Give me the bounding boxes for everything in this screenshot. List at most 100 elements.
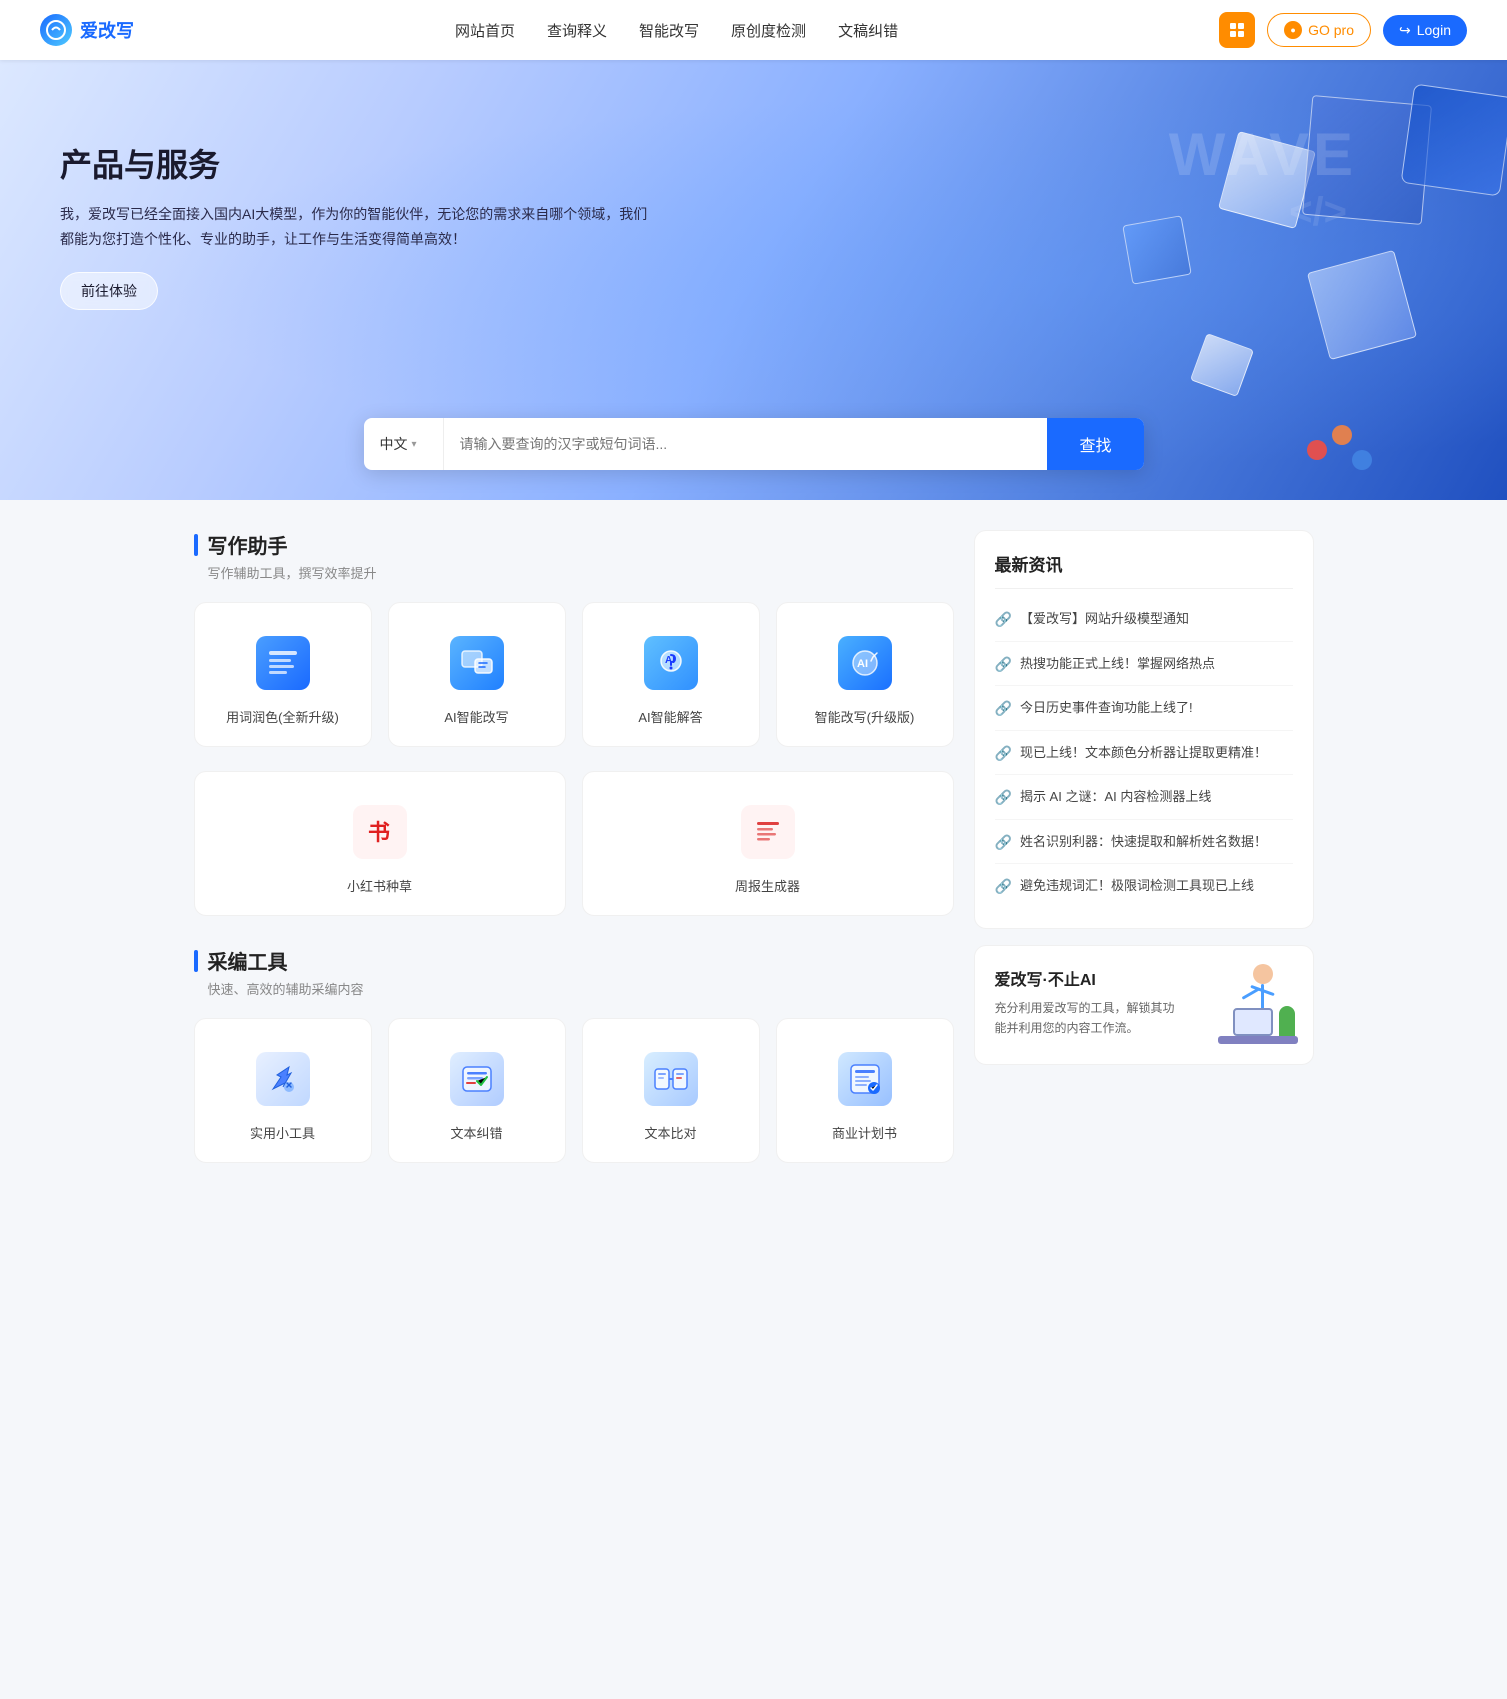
tool-word-polish[interactable]: 用词润色(全新升级)	[194, 602, 372, 747]
news-item-5[interactable]: 🔗 姓名识别利器：快速提取和解析姓名数据！	[995, 820, 1293, 865]
xiaohongshu-label: 小红书种草	[347, 876, 412, 895]
tool-weekly-report[interactable]: 周报生成器	[582, 771, 954, 916]
logo-icon	[40, 14, 72, 46]
news-text-5: 姓名识别利器：快速提取和解析姓名数据！	[1020, 832, 1267, 852]
xiaohongshu-icon: 书	[353, 805, 407, 859]
news-item-6[interactable]: 🔗 避免违规词汇！极限词检测工具现已上线	[995, 864, 1293, 908]
xiaohongshu-icon-wrap: 书	[348, 800, 412, 864]
lang-label: 中文	[380, 434, 408, 454]
business-plan-icon	[838, 1052, 892, 1106]
tool-ai-rewrite[interactable]: AI智能改写	[388, 602, 566, 747]
go-pro-icon: ●	[1284, 21, 1302, 39]
search-button[interactable]: 查找	[1047, 418, 1143, 470]
main-content: 写作助手 写作辅助工具，撰写效率提升 用词润色	[154, 500, 1354, 1217]
text-compare-label: 文本比对	[644, 1123, 696, 1142]
svg-text:书: 书	[368, 820, 390, 845]
left-panel: 写作助手 写作辅助工具，撰写效率提升 用词润色	[194, 530, 954, 1187]
writing-polish-icon	[256, 636, 310, 690]
ai-rewrite-icon	[450, 636, 504, 690]
hero-description: 我，爱改写已经全面接入国内AI大模型，作为你的智能伙伴，无论您的需求来自哪个领域…	[60, 202, 660, 252]
news-text-0: 【爱改写】网站升级模型通知	[1020, 609, 1189, 629]
writing-subtitle: 写作辅助工具，撰写效率提升	[208, 563, 954, 582]
hero-content: 产品与服务 我，爱改写已经全面接入国内AI大模型，作为你的智能伙伴，无论您的需求…	[0, 60, 1507, 350]
figure-desk	[1218, 1036, 1298, 1044]
section-bar	[194, 534, 198, 556]
tool-text-compare[interactable]: 文本比对	[582, 1018, 760, 1163]
weekly-report-icon	[741, 805, 795, 859]
editing-section-bar	[194, 950, 198, 972]
smart-rewrite-icon-wrap: AI	[833, 631, 897, 695]
editing-tools-grid: 实用小工具 文本纠错	[194, 1018, 954, 1163]
ai-answer-icon: AI	[644, 636, 698, 690]
link-icon-6: 🔗	[995, 878, 1012, 895]
news-text-1: 热搜功能正式上线！掌握网络热点	[1020, 654, 1215, 674]
news-text-3: 现已上线！文本颜色分析器让提取更精准！	[1020, 743, 1267, 763]
logo[interactable]: 爱改写	[40, 14, 134, 46]
news-item-3[interactable]: 🔗 现已上线！文本颜色分析器让提取更精准！	[995, 731, 1293, 776]
word-polish-icon-wrap	[251, 631, 315, 695]
right-panel: 最新资讯 🔗 【爱改写】网站升级模型通知 🔗 热搜功能正式上线！掌握网络热点 🔗…	[974, 530, 1314, 1187]
smart-rewrite-icon: AI	[838, 636, 892, 690]
practical-icon-wrap	[251, 1047, 315, 1111]
text-compare-icon	[644, 1052, 698, 1106]
tools-icon	[256, 1052, 310, 1106]
ai-answer-label: AI智能解答	[638, 707, 702, 726]
login-icon: ↪	[1399, 22, 1411, 39]
nav-smart-rewrite[interactable]: 智能改写	[639, 20, 699, 41]
figure-illustration	[1203, 954, 1303, 1064]
nav-home[interactable]: 网站首页	[455, 20, 515, 41]
news-item-4[interactable]: 🔗 揭示 AI 之谜：AI 内容检测器上线	[995, 775, 1293, 820]
go-pro-button[interactable]: ● GO pro	[1267, 13, 1371, 47]
text-correct-label: 文本纠错	[450, 1123, 502, 1142]
weekly-report-label: 周报生成器	[735, 876, 800, 895]
search-input[interactable]	[444, 418, 1048, 470]
news-item-0[interactable]: 🔗 【爱改写】网站升级模型通知	[995, 597, 1293, 642]
writing-tools-row1: 用词润色(全新升级) AI智能改写	[194, 602, 954, 747]
nav-lookup[interactable]: 查询释义	[547, 20, 607, 41]
logo-text: 爱改写	[80, 17, 134, 43]
editing-title-text: 采编工具	[208, 946, 288, 975]
nav-proofread[interactable]: 文稿纠错	[838, 20, 898, 41]
editing-section-header: 采编工具 快速、高效的辅助采编内容	[194, 946, 954, 998]
figure-plant	[1279, 1006, 1295, 1036]
news-text-4: 揭示 AI 之谜：AI 内容检测器上线	[1020, 787, 1211, 807]
news-title: 最新资讯	[995, 551, 1293, 589]
tool-practical[interactable]: 实用小工具	[194, 1018, 372, 1163]
grid-button[interactable]	[1219, 12, 1255, 48]
nav-originality[interactable]: 原创度检测	[731, 20, 806, 41]
practical-label: 实用小工具	[250, 1123, 315, 1142]
login-button[interactable]: ↪ Login	[1383, 15, 1467, 46]
weekly-report-icon-wrap	[736, 800, 800, 864]
news-item-1[interactable]: 🔗 热搜功能正式上线！掌握网络热点	[995, 642, 1293, 687]
language-selector[interactable]: 中文 ▾	[364, 418, 444, 470]
svg-text:AI: AI	[665, 655, 675, 666]
link-icon-3: 🔗	[995, 745, 1012, 762]
promo-card: 爱改写·不止AI 充分利用爱改写的工具，解锁其功能并利用您的内容工作流。	[974, 945, 1314, 1065]
editing-subtitle: 快速、高效的辅助采编内容	[208, 979, 954, 998]
tool-ai-answer[interactable]: AI AI智能解答	[582, 602, 760, 747]
figure-monitor	[1233, 1008, 1273, 1036]
header: 爱改写 网站首页 查询释义 智能改写 原创度检测 文稿纠错 ● GO pro ↪…	[0, 0, 1507, 60]
experience-button[interactable]: 前往体验	[60, 272, 158, 310]
main-nav: 网站首页 查询释义 智能改写 原创度检测 文稿纠错	[455, 20, 898, 41]
link-icon-2: 🔗	[995, 700, 1012, 717]
hero-title: 产品与服务	[60, 140, 1447, 186]
business-plan-icon-wrap	[833, 1047, 897, 1111]
tool-business-plan[interactable]: 商业计划书	[776, 1018, 954, 1163]
tool-xiaohongshu[interactable]: 书 小红书种草	[194, 771, 566, 916]
link-icon-5: 🔗	[995, 834, 1012, 851]
tool-smart-rewrite[interactable]: AI 智能改写(升级版)	[776, 602, 954, 747]
text-correct-icon-wrap	[445, 1047, 509, 1111]
writing-section-title: 写作助手	[194, 530, 954, 559]
go-pro-label: GO pro	[1308, 22, 1354, 38]
news-text-6: 避免违规词汇！极限词检测工具现已上线	[1020, 876, 1254, 896]
business-plan-label: 商业计划书	[832, 1123, 897, 1142]
word-polish-label: 用词润色(全新升级)	[226, 707, 339, 726]
promo-description: 充分利用爱改写的工具，解锁其功能并利用您的内容工作流。	[995, 998, 1175, 1039]
news-item-2[interactable]: 🔗 今日历史事件查询功能上线了!	[995, 686, 1293, 731]
login-label: Login	[1417, 22, 1451, 38]
hero-banner: WAVE </> 产品与服务 我，爱改写已经全面接入国内AI大模型，作为你的智能…	[0, 60, 1507, 500]
tool-text-correct[interactable]: 文本纠错	[388, 1018, 566, 1163]
link-icon-0: 🔗	[995, 611, 1012, 628]
search-section: 中文 ▾ 查找	[0, 418, 1507, 500]
